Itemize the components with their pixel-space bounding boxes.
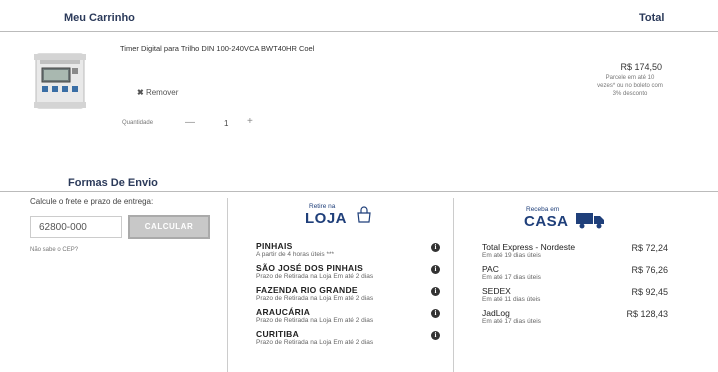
installments-text: Parcele em até 10 vezes* ou no boleto co… [597, 75, 663, 97]
store-detail: Prazo de Retirada na Loja Em até 2 dias [256, 273, 374, 280]
quantity-minus-button[interactable]: — [185, 117, 195, 128]
store-detail: Prazo de Retirada na Loja Em até 2 dias [256, 317, 374, 324]
cart-title: Meu Carrinho [64, 12, 135, 24]
total-header: Total [639, 12, 665, 24]
remove-label: Remover [145, 88, 179, 97]
pickup-logo-small: Retire na [309, 203, 336, 210]
delivery-option[interactable]: SEDEX Em até 11 dias úteis R$ 92,45 [482, 286, 668, 308]
store-name: CURITIBA [256, 329, 300, 339]
product-name[interactable]: Timer Digital para Trilho DIN 100-240VCA… [120, 44, 370, 54]
store-detail: Prazo de Retirada na Loja Em até 2 dias [256, 295, 374, 302]
delivery-logo-text: CASA [524, 213, 569, 230]
shipping-divider [0, 191, 718, 192]
store-list: PINHAIS A partir de 4 horas úteis *** i … [256, 241, 446, 351]
delivery-detail: Em até 19 dias úteis [482, 252, 541, 259]
delivery-logo: Receba em CASA [524, 206, 624, 240]
delivery-price: R$ 128,43 [626, 309, 668, 319]
delivery-detail: Em até 17 dias úteis [482, 274, 541, 281]
store-name: PINHAIS [256, 241, 293, 251]
store-detail: A partir de 4 horas úteis *** [256, 251, 335, 258]
quantity-label: Quantidade [122, 120, 154, 126]
x-icon: ✖ [137, 88, 144, 97]
column-divider-2 [453, 198, 454, 372]
column-divider-1 [227, 198, 228, 372]
shipping-title: Formas De Envio [68, 177, 158, 189]
pickup-logo: Retire na LOJA [305, 203, 385, 237]
delivery-price: R$ 76,26 [631, 265, 668, 275]
info-icon[interactable]: i [431, 287, 440, 296]
remove-button[interactable]: ✖ Remover [137, 88, 178, 97]
delivery-price: R$ 92,45 [631, 287, 668, 297]
cep-input[interactable]: 62800-000 [30, 216, 122, 238]
store-item[interactable]: SÃO JOSÉ DOS PINHAIS Prazo de Retirada n… [256, 263, 446, 285]
store-icon [355, 206, 373, 229]
calc-prompt: Calcule o frete e prazo de entrega: [30, 197, 154, 206]
delivery-detail: Em até 11 dias úteis [482, 296, 541, 303]
delivery-option[interactable]: JadLog Em até 17 dias úteis R$ 128,43 [482, 308, 668, 330]
store-item[interactable]: ARAUCÁRIA Prazo de Retirada na Loja Em a… [256, 307, 446, 329]
delivery-list: Total Express - Nordeste Em até 19 dias … [482, 242, 668, 330]
calculate-button[interactable]: CALCULAR [128, 215, 210, 239]
product-image[interactable] [32, 48, 88, 112]
quantity-plus-button[interactable]: + [247, 116, 253, 127]
delivery-option[interactable]: PAC Em até 17 dias úteis R$ 76,26 [482, 264, 668, 286]
info-icon[interactable]: i [431, 243, 440, 252]
store-item[interactable]: FAZENDA RIO GRANDE Prazo de Retirada na … [256, 285, 446, 307]
cep-help-link[interactable]: Não sabe o CEP? [30, 247, 78, 253]
delivery-logo-small: Receba em [526, 206, 560, 213]
store-name: SÃO JOSÉ DOS PINHAIS [256, 263, 364, 273]
store-item[interactable]: CURITIBA Prazo de Retirada na Loja Em at… [256, 329, 446, 351]
store-item[interactable]: PINHAIS A partir de 4 horas úteis *** i [256, 241, 446, 263]
header-divider [0, 31, 718, 32]
truck-icon [576, 211, 606, 234]
delivery-price: R$ 72,24 [631, 243, 668, 253]
pickup-logo-text: LOJA [305, 210, 348, 227]
info-icon[interactable]: i [431, 309, 440, 318]
store-name: ARAUCÁRIA [256, 307, 311, 317]
info-icon[interactable]: i [431, 331, 440, 340]
store-detail: Prazo de Retirada na Loja Em até 2 dias [256, 339, 374, 346]
delivery-detail: Em até 17 dias úteis [482, 318, 541, 325]
item-price: R$ 174,50 [620, 62, 662, 72]
delivery-option[interactable]: Total Express - Nordeste Em até 19 dias … [482, 242, 668, 264]
info-icon[interactable]: i [431, 265, 440, 274]
store-name: FAZENDA RIO GRANDE [256, 285, 358, 295]
quantity-value[interactable]: 1 [224, 119, 228, 128]
